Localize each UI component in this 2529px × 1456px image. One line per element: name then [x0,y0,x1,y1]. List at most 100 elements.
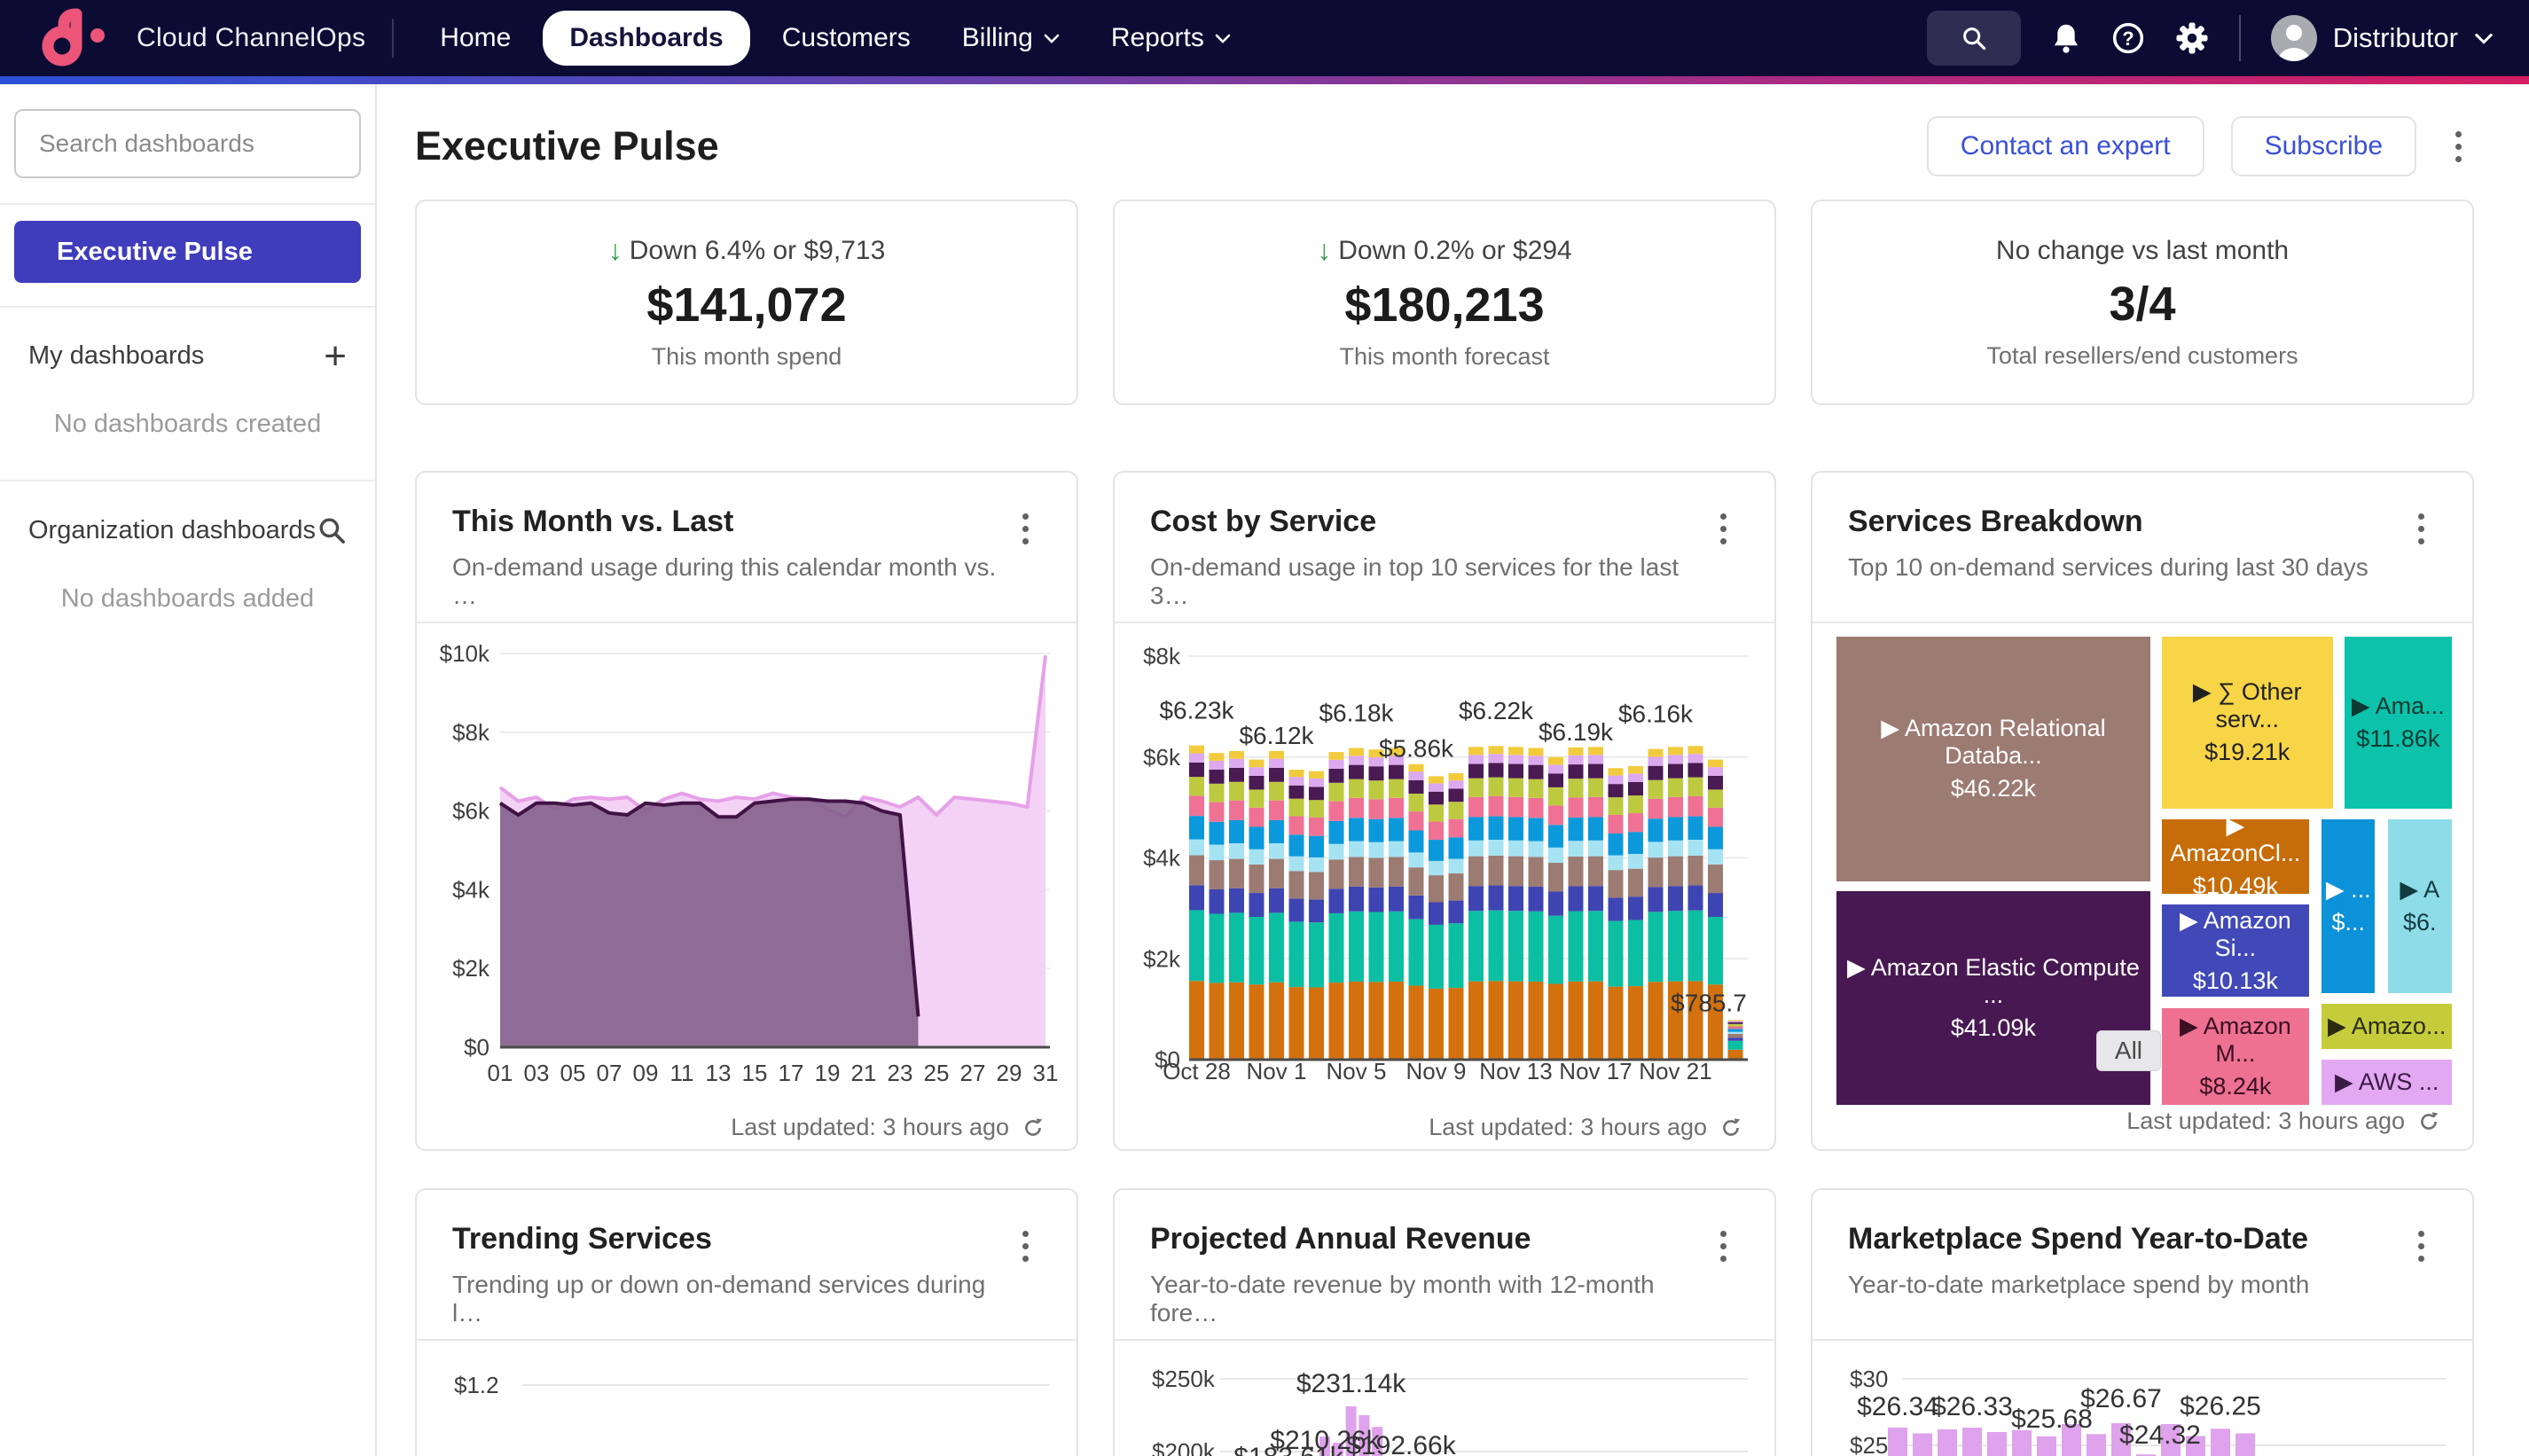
nav-item-home[interactable]: Home [420,11,530,66]
svg-text:29: 29 [997,1060,1022,1086]
svg-text:Nov 17: Nov 17 [1559,1058,1632,1084]
svg-text:05: 05 [560,1060,586,1086]
refresh-icon[interactable] [1022,1116,1045,1139]
treemap-tile[interactable]: ▶ Amazon Relational Databa...$46.22k [1834,634,2153,884]
treemap-tile[interactable]: ▶ Amazo... [2319,1001,2455,1052]
svg-text:Nov 1: Nov 1 [1247,1058,1307,1084]
nav-item-customers[interactable]: Customers [763,11,930,66]
treemap-tile[interactable]: ▶ AmazonCl...$10.49k [2159,817,2312,896]
page-menu-button[interactable] [2443,122,2474,171]
notifications-button[interactable] [2051,22,2081,54]
refresh-icon[interactable] [2417,1110,2440,1133]
user-label: Distributor [2333,22,2458,54]
card-menu-button[interactable] [1708,505,1739,622]
svg-text:03: 03 [524,1060,550,1086]
search-button[interactable] [1927,11,2021,66]
svg-text:31: 31 [1033,1060,1059,1086]
svg-text:$26.33: $26.33 [1931,1392,2013,1421]
card-menu-button[interactable] [1010,1222,1041,1339]
help-button[interactable]: ? [2111,21,2145,55]
svg-text:15: 15 [742,1060,768,1086]
treemap-tile[interactable]: ▶ AWS ... [2319,1057,2455,1108]
svg-text:$6.22k: $6.22k [1459,697,1534,724]
svg-text:$30: $30 [1850,1366,1888,1392]
treemap-all-button[interactable]: All [2096,1030,2161,1071]
last-updated-text: Last updated: 3 hours ago [1429,1114,1707,1141]
search-icon[interactable] [317,515,347,545]
tile-value: $11.86k [2356,725,2439,753]
card-title: Cost by Service [1150,505,1708,539]
kpi-delta: Down 6.4% or $9,713 [630,236,886,266]
svg-text:17: 17 [779,1060,804,1086]
nav-item-reports[interactable]: Reports [1092,11,1250,66]
card-title: Marketplace Spend Year-to-Date [1848,1222,2309,1256]
card-projected-annual-revenue: Projected Annual Revenue Year-to-date re… [1113,1188,1776,1456]
add-dashboard-button[interactable]: + [324,343,347,370]
down-arrow-icon: ↓ [1317,234,1331,267]
kpi-caption: This month forecast [1339,343,1549,371]
kpi-card-month-spend: ↓Down 6.4% or $9,713 $141,072 This month… [415,200,1078,405]
refresh-icon[interactable] [1719,1116,1742,1139]
treemap-tile[interactable]: ▶ ...$... [2319,817,2377,996]
treemap-tile[interactable]: ▶ ∑ Other serv...$19.21k [2159,634,2336,811]
card-title: Projected Annual Revenue [1150,1222,1708,1256]
treemap-tile[interactable]: ▶ A$6. [2385,817,2455,996]
tile-name: ▶ ∑ Other serv... [2162,678,2333,733]
org-dashboards-label: Organization dashboards [28,516,316,545]
treemap-tile[interactable]: ▶ Amazon Elastic Compute ...$41.09k [1834,888,2153,1108]
svg-text:21: 21 [851,1060,877,1086]
settings-button[interactable] [2175,21,2209,55]
card-title: Services Breakdown [1848,505,2368,539]
tile-name: ▶ Amazon M... [2162,1013,2309,1068]
card-subtitle: Trending up or down on-demand services d… [452,1271,1010,1327]
treemap-tile[interactable]: ▶ Amazon Si...$10.13k [2159,902,2312,999]
card-trending-services: Trending Services Trending up or down on… [415,1188,1078,1456]
card-subtitle: On-demand usage in top 10 services for t… [1150,553,1708,610]
top-navigation-bar: Cloud ChannelOps Home Dashboards Custome… [0,0,2529,76]
svg-text:?: ? [2122,27,2134,50]
svg-text:$6.23k: $6.23k [1159,697,1234,724]
treemap-tile[interactable]: ▶ Amazon M...$8.24k [2159,1006,2312,1108]
sidebar-divider [0,306,375,308]
card-menu-button[interactable] [1010,505,1041,622]
kpi-delta: Down 0.2% or $294 [1338,236,1572,266]
treemap-tile[interactable]: ▶ Ama...$11.86k [2342,634,2455,811]
card-menu-button[interactable] [2406,1222,2437,1339]
area-chart: $0$2k$4k$6k$8k$10k0103050709111315171921… [438,630,1059,1109]
tile-value: $... [2332,909,2366,936]
card-menu-button[interactable] [1708,1222,1739,1339]
svg-text:$6k: $6k [1143,744,1181,771]
svg-text:$6.19k: $6.19k [1539,718,1614,746]
card-services-breakdown: Services Breakdown Top 10 on-demand serv… [1811,471,2474,1151]
svg-text:$24.32: $24.32 [2119,1421,2201,1450]
kpi-caption: Total resellers/end customers [1986,342,2298,370]
user-menu[interactable]: Distributor [2271,15,2494,61]
search-dashboards-input[interactable] [14,109,361,178]
marketplace-spend-chart: $30$25$26.34$26.33$25.68$26.67$24.32$26.… [1834,1348,2455,1456]
svg-text:$785.7: $785.7 [1671,989,1747,1016]
svg-text:23: 23 [888,1060,913,1086]
svg-text:$5.86k: $5.86k [1379,735,1454,763]
svg-text:19: 19 [815,1060,841,1086]
search-icon [1961,25,1987,51]
tile-name: ▶ A [2400,876,2439,904]
sidebar-item-executive-pulse[interactable]: Executive Pulse [14,221,361,283]
org-dashboards-empty-text: No dashboards added [14,584,361,614]
chevron-down-icon [1044,33,1060,43]
card-menu-button[interactable] [2406,505,2437,622]
nav-item-dashboards[interactable]: Dashboards [543,11,749,66]
contact-expert-button[interactable]: Contact an expert [1927,116,2204,176]
svg-text:Oct 28: Oct 28 [1163,1058,1231,1084]
card-subtitle: Top 10 on-demand services during last 30… [1848,553,2368,582]
svg-text:$6.18k: $6.18k [1319,700,1394,727]
bell-icon [2051,22,2081,54]
nav-item-billing-label: Billing [962,23,1033,53]
card-this-month-vs-last: This Month vs. Last On-demand usage duri… [415,471,1078,1151]
brand[interactable]: Cloud ChannelOps [35,7,365,69]
kpi-caption: This month spend [652,343,842,371]
svg-text:27: 27 [960,1060,986,1086]
nav-item-billing[interactable]: Billing [943,11,1079,66]
subscribe-button[interactable]: Subscribe [2231,116,2416,176]
my-dashboards-empty-text: No dashboards created [14,410,361,439]
card-cost-by-service: Cost by Service On-demand usage in top 1… [1113,471,1776,1151]
